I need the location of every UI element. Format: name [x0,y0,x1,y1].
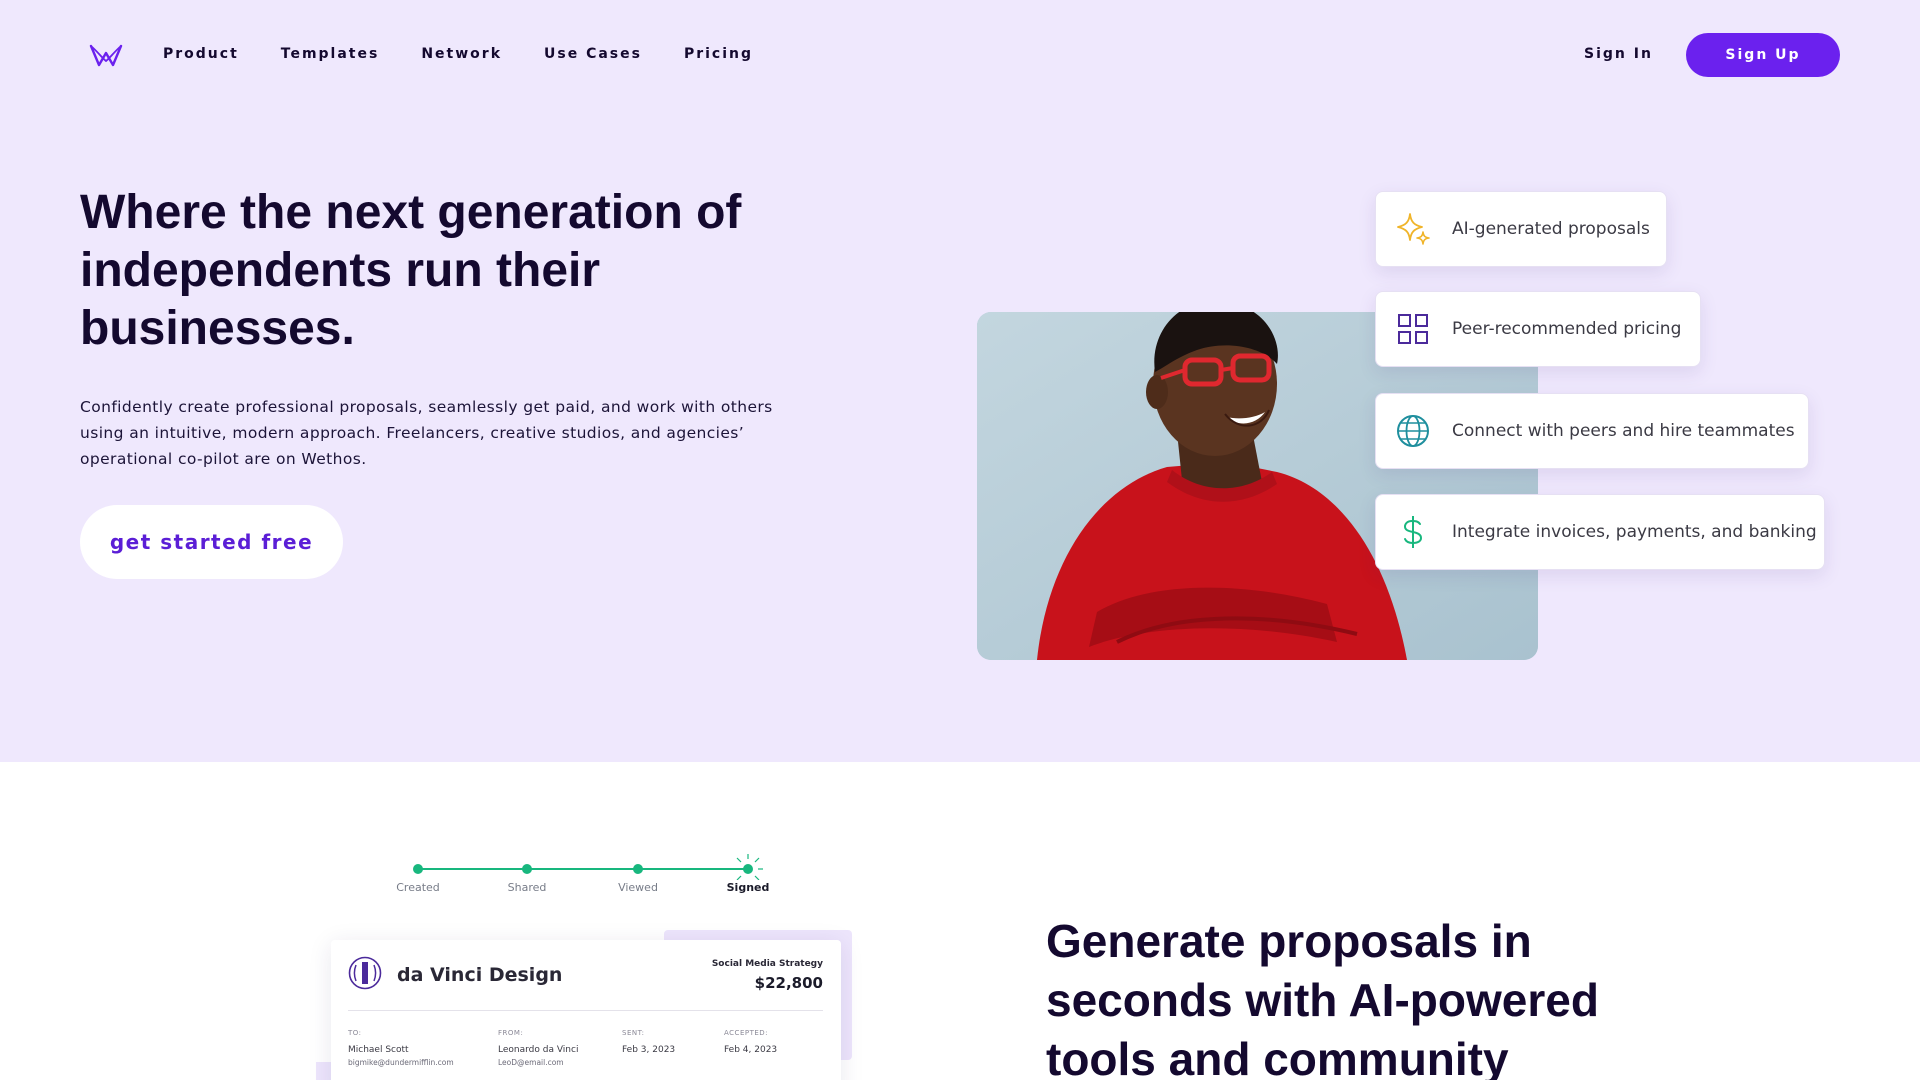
feature-card-network: Connect with peers and hire teammates [1375,393,1809,469]
feature-label: AI-generated proposals [1452,219,1650,239]
nav-links: Product Templates Network Use Cases Pric… [163,46,795,62]
step-label-viewed: Viewed [618,881,658,894]
sent-label: SENT: [622,1029,645,1037]
feature-card-ai-proposals: AI-generated proposals [1375,191,1667,267]
nav-pricing[interactable]: Pricing [684,46,753,62]
section-title: Generate proposals in seconds with AI-po… [1046,915,1599,1080]
sparkle-icon [1397,213,1430,245]
proposal-company: da Vinci Design [397,964,563,986]
step-label-signed: Signed [726,881,770,894]
dollar-icon [1403,516,1423,548]
to-name: Michael Scott [348,1045,409,1055]
to-email: bigmike@dundermifflin.com [348,1058,454,1067]
status-track [413,854,763,881]
nav-use-cases[interactable]: Use Cases [544,46,642,62]
feature-label: Connect with peers and hire teammates [1452,421,1795,441]
proposal-from: FROM: Leonardo da Vinci LeoD@email.com [498,1029,578,1067]
feature-card-payments: Integrate invoices, payments, and bankin… [1375,494,1825,570]
from-name: Leonardo da Vinci [498,1045,579,1055]
company-logo-icon [348,956,382,990]
step-dot-created [413,864,423,874]
proposal-status-tracker: Created Shared Viewed Signed [380,850,780,900]
feature-label: Peer-recommended pricing [1452,319,1682,339]
hero-section: Product Templates Network Use Cases Pric… [0,0,1920,762]
globe-icon [1397,415,1429,447]
get-started-button[interactable]: get started free [80,505,343,579]
proposal-accepted: ACCEPTED: Feb 4, 2023 [724,1029,777,1055]
top-nav: Product Templates Network Use Cases Pric… [0,0,1920,110]
accepted-date: Feb 4, 2023 [724,1045,778,1055]
nav-product[interactable]: Product [163,46,239,62]
to-label: TO: [348,1029,362,1037]
proposal-amount: $22,800 [754,974,823,992]
step-dot-signed [743,864,753,874]
sign-in-link[interactable]: Sign In [1584,46,1653,62]
proposal-sent: SENT: Feb 3, 2023 [622,1029,675,1055]
feature-label: Integrate invoices, payments, and bankin… [1452,522,1817,542]
from-label: FROM: [498,1029,524,1037]
sign-up-button[interactable]: Sign Up [1686,33,1840,77]
from-email: LeoD@email.com [498,1058,564,1067]
sent-date: Feb 3, 2023 [622,1045,676,1055]
accepted-label: ACCEPTED: [724,1029,769,1037]
proposal-card: da Vinci Design Social Media Strategy $2… [331,940,841,1080]
wethos-logo-icon[interactable] [88,40,124,70]
step-dot-shared [522,864,532,874]
grid-icon [1398,314,1428,344]
step-label-created: Created [396,881,440,894]
divider [348,1010,823,1011]
hero-description: Confidently create professional proposal… [80,398,773,468]
hero-title: Where the next generation of independent… [80,186,742,355]
nav-network[interactable]: Network [421,46,502,62]
nav-templates[interactable]: Templates [281,46,380,62]
step-label-shared: Shared [507,881,547,894]
feature-card-pricing: Peer-recommended pricing [1375,291,1701,367]
step-dot-viewed [633,864,643,874]
proposal-to: TO: Michael Scott bigmike@dundermifflin.… [348,1029,454,1067]
proposal-project: Social Media Strategy [711,959,823,969]
